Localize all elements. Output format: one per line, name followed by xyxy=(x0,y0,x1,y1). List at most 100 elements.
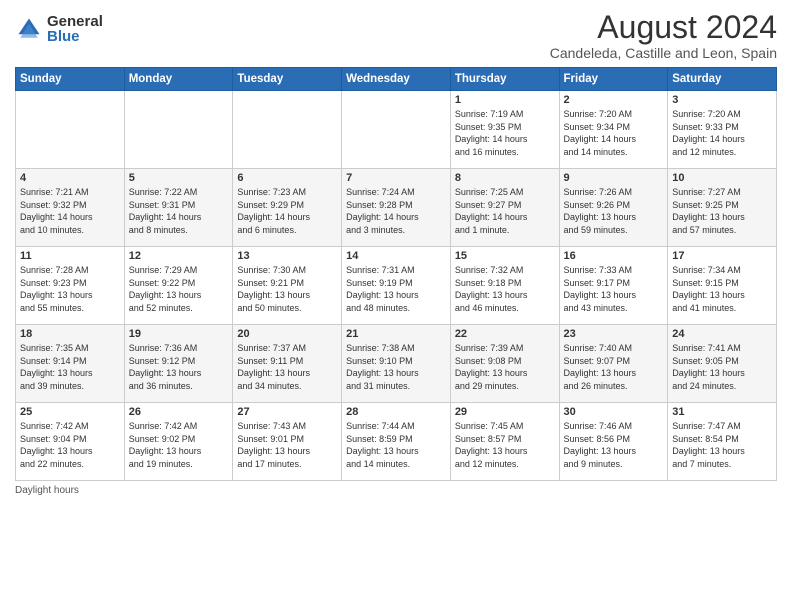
day-info: Sunrise: 7:34 AM Sunset: 9:15 PM Dayligh… xyxy=(672,264,772,314)
day-number: 12 xyxy=(129,250,229,262)
title-block: August 2024 Candeleda, Castille and Leon… xyxy=(550,10,777,61)
day-info: Sunrise: 7:46 AM Sunset: 8:56 PM Dayligh… xyxy=(564,420,664,470)
day-number: 24 xyxy=(672,328,772,340)
day-info: Sunrise: 7:29 AM Sunset: 9:22 PM Dayligh… xyxy=(129,264,229,314)
footer-note: Daylight hours xyxy=(15,485,777,496)
day-number: 1 xyxy=(455,94,555,106)
table-row: 13 Sunrise: 7:30 AM Sunset: 9:21 PM Dayli… xyxy=(233,247,342,325)
day-info: Sunrise: 7:31 AM Sunset: 9:19 PM Dayligh… xyxy=(346,264,446,314)
table-row: 17 Sunrise: 7:34 AM Sunset: 9:15 PM Dayli… xyxy=(668,247,777,325)
table-row: 2 Sunrise: 7:20 AM Sunset: 9:34 PM Daylig… xyxy=(559,91,668,169)
day-info: Sunrise: 7:27 AM Sunset: 9:25 PM Dayligh… xyxy=(672,186,772,236)
table-row xyxy=(342,91,451,169)
col-friday: Friday xyxy=(559,68,668,91)
table-row: 8 Sunrise: 7:25 AM Sunset: 9:27 PM Daylig… xyxy=(450,169,559,247)
day-info: Sunrise: 7:38 AM Sunset: 9:10 PM Dayligh… xyxy=(346,342,446,392)
table-row: 10 Sunrise: 7:27 AM Sunset: 9:25 PM Dayli… xyxy=(668,169,777,247)
table-row: 5Sunrise: 7:22 AM Sunset: 9:31 PM Daylig… xyxy=(124,169,233,247)
col-sunday: Sunday xyxy=(16,68,125,91)
table-row: 21 Sunrise: 7:38 AM Sunset: 9:10 PM Dayli… xyxy=(342,325,451,403)
day-info: Sunrise: 7:40 AM Sunset: 9:07 PM Dayligh… xyxy=(564,342,664,392)
day-number: 17 xyxy=(672,250,772,262)
table-row: 4 Sunrise: 7:21 AM Sunset: 9:32 PM Daylig… xyxy=(16,169,125,247)
day-info: Sunrise: 7:44 AM Sunset: 8:59 PM Dayligh… xyxy=(346,420,446,470)
day-number: 25 xyxy=(20,406,120,418)
day-number: 4 xyxy=(20,172,120,184)
table-row: 19 Sunrise: 7:36 AM Sunset: 9:12 PM Dayli… xyxy=(124,325,233,403)
table-row: 24 Sunrise: 7:41 AM Sunset: 9:05 PM Dayli… xyxy=(668,325,777,403)
day-info: Sunrise: 7:30 AM Sunset: 9:21 PM Dayligh… xyxy=(237,264,337,314)
table-row: 22Sunrise: 7:39 AM Sunset: 9:08 PM Dayli… xyxy=(450,325,559,403)
day-number: 15 xyxy=(455,250,555,262)
table-row xyxy=(124,91,233,169)
logo-general-text: General xyxy=(47,14,103,29)
table-row: 6Sunrise: 7:23 AM Sunset: 9:29 PM Daylig… xyxy=(233,169,342,247)
table-row: 25Sunrise: 7:42 AM Sunset: 9:04 PM Dayli… xyxy=(16,403,125,481)
day-info: Sunrise: 7:24 AM Sunset: 9:28 PM Dayligh… xyxy=(346,186,446,236)
page: General Blue August 2024 Candeleda, Cast… xyxy=(0,0,792,612)
day-number: 21 xyxy=(346,328,446,340)
main-title: August 2024 xyxy=(550,10,777,45)
logo-icon xyxy=(15,15,43,43)
table-row xyxy=(233,91,342,169)
day-number: 2 xyxy=(564,94,664,106)
logo-text: General Blue xyxy=(47,14,103,44)
table-row: 15 Sunrise: 7:32 AM Sunset: 9:18 PM Dayli… xyxy=(450,247,559,325)
day-info: Sunrise: 7:33 AM Sunset: 9:17 PM Dayligh… xyxy=(564,264,664,314)
table-row: 1 Sunrise: 7:19 AM Sunset: 9:35 PM Daylig… xyxy=(450,91,559,169)
day-number: 11 xyxy=(20,250,120,262)
day-number: 19 xyxy=(129,328,229,340)
day-number: 23 xyxy=(564,328,664,340)
day-info: Sunrise: 7:19 AM Sunset: 9:35 PM Dayligh… xyxy=(455,108,555,158)
header-row: Sunday Monday Tuesday Wednesday Thursday… xyxy=(16,68,777,91)
table-row: 27Sunrise: 7:43 AM Sunset: 9:01 PM Dayli… xyxy=(233,403,342,481)
calendar-table: Sunday Monday Tuesday Wednesday Thursday… xyxy=(15,67,777,481)
day-info: Sunrise: 7:37 AM Sunset: 9:11 PM Dayligh… xyxy=(237,342,337,392)
day-number: 28 xyxy=(346,406,446,418)
day-number: 14 xyxy=(346,250,446,262)
day-number: 16 xyxy=(564,250,664,262)
header: General Blue August 2024 Candeleda, Cast… xyxy=(15,10,777,61)
table-row: 29Sunrise: 7:45 AM Sunset: 8:57 PM Dayli… xyxy=(450,403,559,481)
table-row: 20 Sunrise: 7:37 AM Sunset: 9:11 PM Dayli… xyxy=(233,325,342,403)
day-number: 5 xyxy=(129,172,229,184)
table-row: 7 Sunrise: 7:24 AM Sunset: 9:28 PM Daylig… xyxy=(342,169,451,247)
day-info: Sunrise: 7:25 AM Sunset: 9:27 PM Dayligh… xyxy=(455,186,555,236)
day-info: Sunrise: 7:26 AM Sunset: 9:26 PM Dayligh… xyxy=(564,186,664,236)
day-number: 8 xyxy=(455,172,555,184)
table-row: 26Sunrise: 7:42 AM Sunset: 9:02 PM Dayli… xyxy=(124,403,233,481)
day-number: 6 xyxy=(237,172,337,184)
day-info: Sunrise: 7:36 AM Sunset: 9:12 PM Dayligh… xyxy=(129,342,229,392)
col-thursday: Thursday xyxy=(450,68,559,91)
day-number: 18 xyxy=(20,328,120,340)
day-number: 26 xyxy=(129,406,229,418)
col-saturday: Saturday xyxy=(668,68,777,91)
day-info: Sunrise: 7:47 AM Sunset: 8:54 PM Dayligh… xyxy=(672,420,772,470)
subtitle: Candeleda, Castille and Leon, Spain xyxy=(550,45,777,61)
day-info: Sunrise: 7:32 AM Sunset: 9:18 PM Dayligh… xyxy=(455,264,555,314)
day-info: Sunrise: 7:41 AM Sunset: 9:05 PM Dayligh… xyxy=(672,342,772,392)
day-info: Sunrise: 7:45 AM Sunset: 8:57 PM Dayligh… xyxy=(455,420,555,470)
table-row: 12 Sunrise: 7:29 AM Sunset: 9:22 PM Dayli… xyxy=(124,247,233,325)
day-number: 22 xyxy=(455,328,555,340)
day-info: Sunrise: 7:20 AM Sunset: 9:34 PM Dayligh… xyxy=(564,108,664,158)
day-info: Sunrise: 7:20 AM Sunset: 9:33 PM Dayligh… xyxy=(672,108,772,158)
day-number: 20 xyxy=(237,328,337,340)
table-row: 9 Sunrise: 7:26 AM Sunset: 9:26 PM Daylig… xyxy=(559,169,668,247)
logo: General Blue xyxy=(15,14,103,44)
day-number: 10 xyxy=(672,172,772,184)
day-number: 7 xyxy=(346,172,446,184)
day-number: 13 xyxy=(237,250,337,262)
day-info: Sunrise: 7:28 AM Sunset: 9:23 PM Dayligh… xyxy=(20,264,120,314)
col-wednesday: Wednesday xyxy=(342,68,451,91)
table-row: 31 Sunrise: 7:47 AM Sunset: 8:54 PM Dayli… xyxy=(668,403,777,481)
day-number: 27 xyxy=(237,406,337,418)
table-row: 16 Sunrise: 7:33 AM Sunset: 9:17 PM Dayli… xyxy=(559,247,668,325)
day-number: 31 xyxy=(672,406,772,418)
col-monday: Monday xyxy=(124,68,233,91)
day-info: Sunrise: 7:21 AM Sunset: 9:32 PM Dayligh… xyxy=(20,186,120,236)
day-number: 30 xyxy=(564,406,664,418)
day-number: 9 xyxy=(564,172,664,184)
table-row: 11 Sunrise: 7:28 AM Sunset: 9:23 PM Dayli… xyxy=(16,247,125,325)
table-row xyxy=(16,91,125,169)
